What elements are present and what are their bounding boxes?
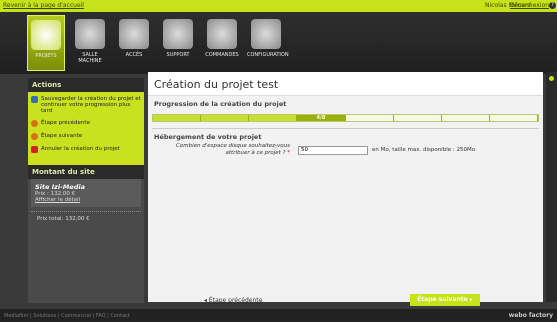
- save-icon: [31, 96, 38, 103]
- gear-icon: [251, 19, 281, 49]
- action-label: Sauvegarder la création du projet et con…: [41, 96, 141, 114]
- nav-support[interactable]: SUPPORT: [159, 15, 197, 71]
- progress-title: Progression de la création du projet: [154, 100, 287, 108]
- main-nav: PROJETS SALLE MACHINE ACCÈS SUPPORT COMM…: [27, 15, 289, 71]
- arrow-left-icon: [31, 120, 38, 127]
- support-icon: [163, 19, 193, 49]
- next-step-button[interactable]: Étape suivante ▸: [410, 294, 480, 306]
- right-panel-toggle[interactable]: [546, 72, 557, 302]
- progress-segment: [153, 115, 202, 121]
- nav-configuration[interactable]: CONFIGURATION: [247, 15, 289, 71]
- main-content: Création du projet test Progression de l…: [148, 72, 543, 306]
- progress-segment: [201, 115, 250, 121]
- action-label: Étape précédente: [41, 120, 90, 126]
- save-action[interactable]: Sauvegarder la création du projet et con…: [31, 96, 141, 114]
- amount-title: Montant du site: [28, 165, 144, 179]
- disk-space-hint: en Mo, taille max. disponible : 250Mo: [372, 147, 476, 153]
- total-price: Prix total: 132,00 €: [31, 211, 141, 226]
- action-label: Annuler la création du projet: [41, 146, 120, 152]
- nav-projects[interactable]: PROJETS: [27, 15, 65, 71]
- site-name: Site Izi-Media: [35, 183, 85, 191]
- brand-logo: webo factory: [508, 312, 553, 319]
- projects-icon: [31, 20, 61, 50]
- progress-segment: [249, 115, 298, 121]
- nav-label: SUPPORT: [166, 52, 190, 58]
- top-bar: Revenir à la page d'accueil Nicolas Ména…: [0, 0, 557, 12]
- disk-space-input[interactable]: [298, 145, 368, 155]
- nav-label: COMMANDES: [205, 52, 239, 58]
- action-label: Étape suivante: [41, 133, 83, 139]
- info-icon: [549, 76, 554, 81]
- help-icon[interactable]: ?: [549, 2, 556, 9]
- nav-server-room[interactable]: SALLE MACHINE: [71, 15, 109, 71]
- nav-label: ACCÈS: [125, 52, 143, 58]
- access-icon: [119, 19, 149, 49]
- previous-step-action[interactable]: Étape précédente: [31, 120, 141, 127]
- arrow-right-icon: [31, 133, 38, 140]
- progress-segment: [345, 115, 394, 121]
- previous-step-link[interactable]: ◂ Étape précédente: [204, 297, 262, 304]
- nav-access[interactable]: ACCÈS: [115, 15, 153, 71]
- progress-current: 4/8: [297, 115, 346, 121]
- orders-icon: [207, 19, 237, 49]
- progress-bar: 4/8: [152, 114, 539, 122]
- progress-segment: [441, 115, 490, 121]
- sidebar: Actions Sauvegarder la création du proje…: [28, 78, 144, 303]
- footer-links[interactable]: Mediafilm | Solutions | Commercial | FAQ…: [4, 313, 130, 319]
- required-marker: *: [287, 150, 290, 156]
- disk-space-label: Combien d'espace disque souhaitez-vous a…: [154, 143, 290, 157]
- next-step-action[interactable]: Étape suivante: [31, 133, 141, 140]
- site-summary: Site Izi-Media Prix : 132,00 € Afficher …: [31, 179, 141, 207]
- nav-label: PROJETS: [35, 53, 57, 59]
- home-link[interactable]: Revenir à la page d'accueil: [3, 2, 84, 9]
- warning-icon: [31, 146, 38, 153]
- detail-link[interactable]: Afficher le détail: [35, 197, 137, 203]
- actions-panel: Sauvegarder la création du projet et con…: [28, 92, 144, 165]
- disk-space-row: Combien d'espace disque souhaitez-vous a…: [154, 143, 475, 157]
- progress-segment: [489, 115, 538, 121]
- server-icon: [75, 19, 105, 49]
- page-title: Création du projet test: [148, 72, 543, 96]
- actions-title: Actions: [28, 78, 144, 92]
- logout-link[interactable]: Déconnexion: [510, 2, 549, 9]
- cancel-action[interactable]: Annuler la création du projet: [31, 146, 141, 153]
- progress-segment: [393, 115, 442, 121]
- nav-label: CONFIGURATION: [247, 52, 289, 58]
- disk-label-text: Combien d'espace disque souhaitez-vous a…: [176, 143, 290, 156]
- nav-orders[interactable]: COMMANDES: [203, 15, 241, 71]
- footer: Mediafilm | Solutions | Commercial | FAQ…: [0, 309, 557, 322]
- nav-label: SALLE MACHINE: [78, 52, 102, 64]
